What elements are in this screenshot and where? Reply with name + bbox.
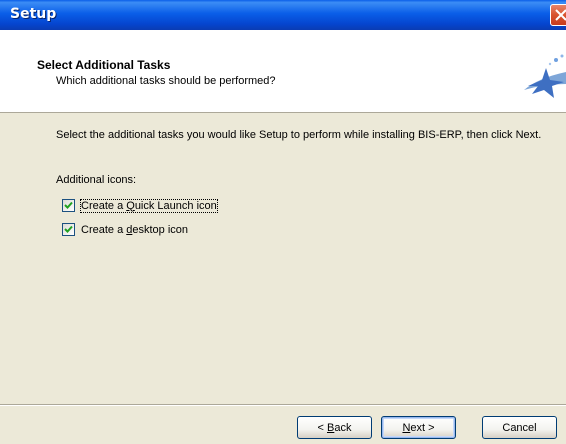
desktop-icon-checkbox[interactable] xyxy=(62,223,75,236)
back-button-label: ack xyxy=(334,421,352,434)
checkmark-icon xyxy=(64,225,73,233)
quick-launch-label-pre: Create a xyxy=(81,199,127,212)
quick-launch-label-accel: Q xyxy=(126,199,135,212)
footer-divider xyxy=(0,404,566,406)
window-title: Setup xyxy=(10,6,57,22)
intro-text: Select the additional tasks you would li… xyxy=(56,129,542,141)
tasks-panel: Select the additional tasks you would li… xyxy=(0,114,566,404)
quick-launch-label-post: uick Launch icon xyxy=(134,199,217,212)
title-bar[interactable]: Setup xyxy=(0,0,566,30)
setup-window: Setup Select Additional Tasks Which addi… xyxy=(0,0,566,444)
close-button[interactable] xyxy=(550,4,566,26)
cancel-button[interactable]: Cancel xyxy=(482,416,557,439)
quick-launch-checkbox-row[interactable]: Create a Quick Launch icon xyxy=(62,198,218,213)
quick-launch-label[interactable]: Create a Quick Launch icon xyxy=(80,198,218,213)
next-button[interactable]: Next > xyxy=(381,416,456,439)
setup-wizard-icon xyxy=(524,54,566,98)
desktop-icon-checkbox-row[interactable]: Create a desktop icon xyxy=(62,223,188,236)
close-icon xyxy=(555,9,566,21)
desktop-icon-label[interactable]: Create a desktop icon xyxy=(81,224,188,236)
desktop-icon-label-pre: Create a xyxy=(81,223,127,236)
page-title: Select Additional Tasks xyxy=(37,58,171,72)
quick-launch-checkbox[interactable] xyxy=(62,199,75,212)
back-button-accel: B xyxy=(327,421,335,434)
next-button-accel: N xyxy=(402,421,411,434)
checkmark-icon xyxy=(64,201,73,209)
header-panel: Select Additional Tasks Which additional… xyxy=(0,30,566,113)
back-button-prefix: < xyxy=(317,421,327,434)
page-subtitle: Which additional tasks should be perform… xyxy=(56,75,276,87)
additional-icons-label: Additional icons: xyxy=(56,174,137,186)
desktop-icon-label-post: esktop icon xyxy=(132,223,189,236)
next-button-label: ext > xyxy=(410,421,435,434)
cancel-button-label: Cancel xyxy=(502,421,537,434)
back-button[interactable]: < Back xyxy=(297,416,372,439)
